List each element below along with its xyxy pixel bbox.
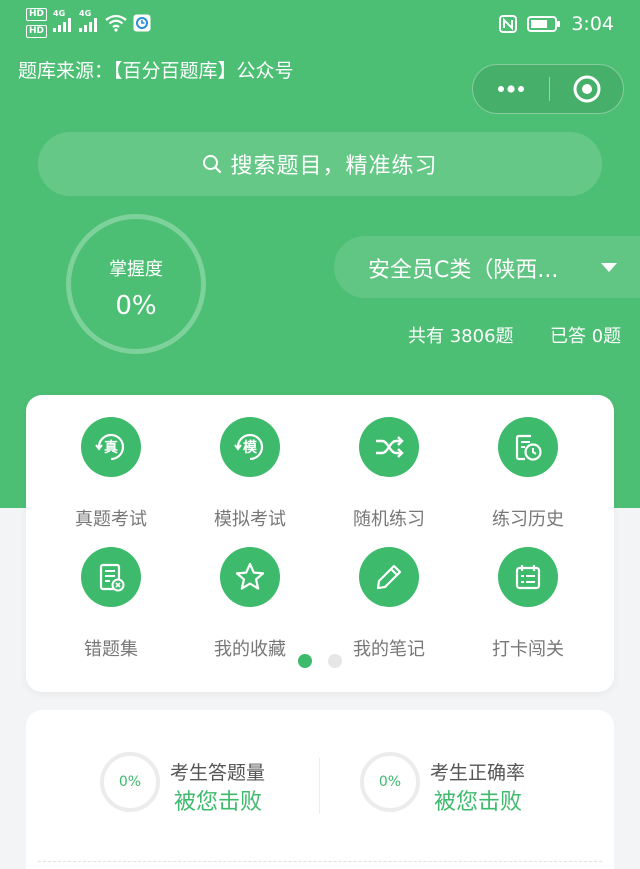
answer-volume-title: 考生答题量 [170, 762, 266, 784]
menu-real-exam[interactable]: 真 真题考试 [56, 417, 166, 530]
menu-mock-exam[interactable]: 模 模拟考试 [195, 417, 305, 530]
menu-label: 随机练习 [353, 509, 425, 530]
menu-wrong-questions[interactable]: 错题集 [56, 547, 166, 660]
menu-label: 错题集 [84, 639, 138, 660]
target-close-icon [573, 75, 601, 103]
signal-group: 4G 4G [53, 10, 151, 32]
search-icon [203, 155, 222, 174]
wrong-questions-icon [81, 547, 141, 607]
mock-exam-glyph: 模 [243, 439, 258, 456]
question-source-text: 题库来源：【百分百题库】公众号 [18, 60, 294, 82]
stats-divider [319, 758, 320, 814]
calendar-checklist-icon [498, 547, 558, 607]
real-exam-icon: 真 [81, 417, 141, 477]
answer-volume-subtitle: 被您击败 [174, 790, 263, 815]
mastery-label: 掌握度 [109, 259, 163, 280]
accuracy-ring: 0% [360, 752, 420, 812]
more-dots-icon [498, 85, 524, 93]
star-icon [220, 547, 280, 607]
caret-down-icon [601, 263, 617, 272]
dashed-divider [38, 861, 602, 862]
miniprogram-capsule [472, 64, 624, 114]
battery-icon [527, 16, 561, 32]
network-type: 4G [53, 9, 66, 18]
signal-icon: 4G [79, 9, 98, 32]
page-indicator-dot[interactable] [328, 654, 342, 668]
answer-volume-ring: 0% [100, 752, 160, 812]
menu-random-practice[interactable]: 随机练习 [334, 417, 444, 530]
real-exam-glyph: 真 [104, 439, 118, 456]
status-left: HD HD 4G 4G [26, 8, 151, 38]
status-bar: HD HD 4G 4G 3:04 [0, 0, 640, 52]
menu-label: 打卡闯关 [492, 639, 564, 660]
accuracy-title: 考生正确率 [430, 762, 526, 784]
pencil-icon [359, 547, 419, 607]
search-bar[interactable]: 搜索题目，精准练习 [38, 132, 602, 196]
search-placeholder: 搜索题目，精准练习 [230, 154, 438, 179]
history-icon [498, 417, 558, 477]
stats-card: 0% 考生答题量 被您击败 0% 考生正确率 被您击败 [26, 710, 614, 869]
close-miniprogram-button[interactable] [550, 65, 624, 113]
hd-badge: HD [26, 25, 48, 38]
app-notification-icon [133, 14, 151, 32]
network-type: 4G [79, 9, 92, 18]
hd-badge: HD [26, 8, 48, 21]
more-button[interactable] [473, 65, 549, 113]
nfc-icon [499, 15, 518, 33]
total-questions: 共有 3806题 [408, 326, 514, 347]
menu-check-in[interactable]: 打卡闯关 [473, 547, 583, 660]
wifi-icon [105, 14, 127, 32]
mastery-ring: 掌握度 0% [66, 214, 206, 354]
menu-notes[interactable]: 我的笔记 [334, 547, 444, 660]
menu-label: 模拟考试 [214, 509, 286, 530]
mock-exam-icon: 模 [220, 417, 280, 477]
shuffle-icon [359, 417, 419, 477]
hd-badges: HD HD [26, 8, 48, 38]
answered-questions: 已答 0题 [550, 326, 622, 347]
menu-practice-history[interactable]: 练习历史 [473, 417, 583, 530]
menu-label: 我的笔记 [353, 639, 425, 660]
exam-category-name: 安全员C类（陕西... [368, 258, 559, 283]
exam-category-selector[interactable]: 安全员C类（陕西... [334, 236, 640, 298]
signal-icon: 4G [53, 9, 72, 32]
mastery-value: 0% [115, 291, 157, 321]
menu-label: 练习历史 [492, 509, 564, 530]
menu-favorites[interactable]: 我的收藏 [195, 547, 305, 660]
clock: 3:04 [571, 13, 614, 35]
page-indicator-dot-active[interactable] [298, 654, 312, 668]
menu-label: 真题考试 [75, 509, 147, 530]
status-right: 3:04 [499, 12, 614, 36]
menu-label: 我的收藏 [214, 639, 286, 660]
accuracy-subtitle: 被您击败 [434, 790, 523, 815]
app-root: HD HD 4G 4G 3:04 题库来源：【百分百题库】公众号 搜索题目，精准… [0, 0, 640, 869]
feature-menu-card: 真 真题考试 模 模拟考试 随机练习 练习历史 错题集 我的收藏 我的笔记 打卡… [26, 395, 614, 692]
